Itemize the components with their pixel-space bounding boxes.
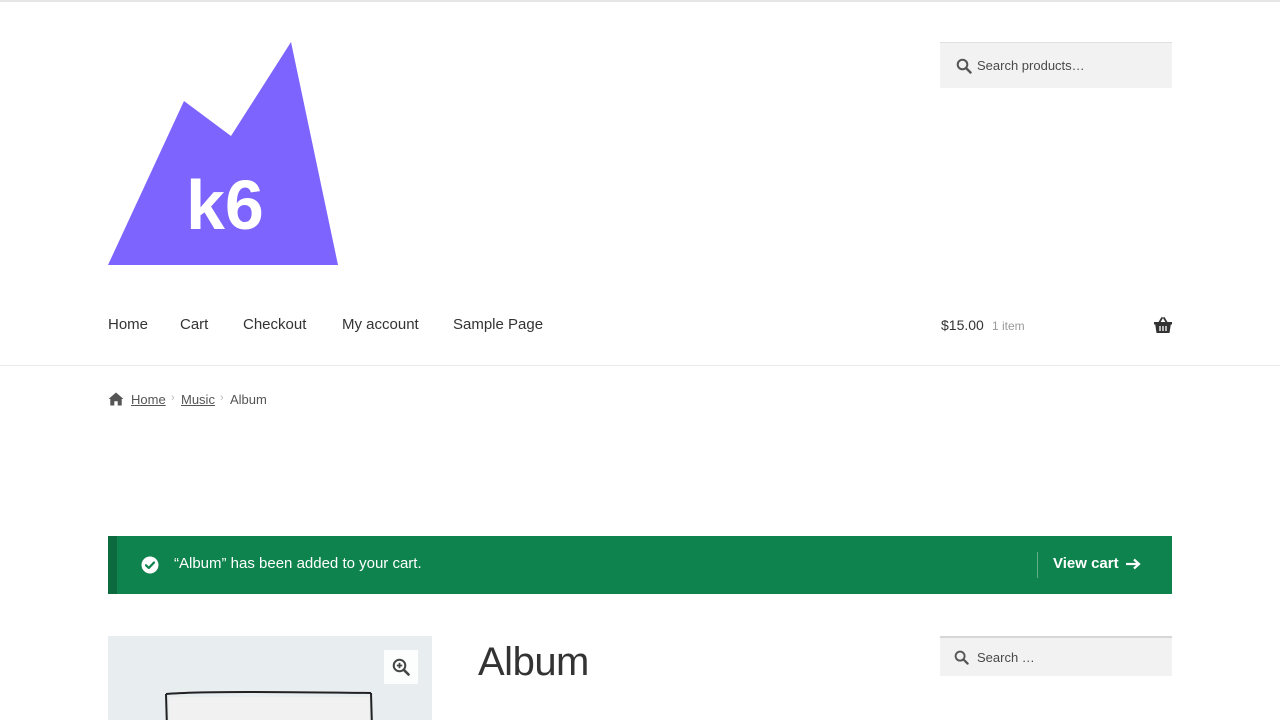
- basket-icon: [1154, 317, 1172, 333]
- sidebar-search: [940, 636, 1172, 676]
- search-icon: [956, 58, 972, 74]
- site-logo[interactable]: k6: [108, 42, 338, 265]
- product-title: Album: [478, 640, 589, 684]
- view-cart-button[interactable]: View cart: [1053, 555, 1119, 572]
- nav-item-cart[interactable]: Cart: [180, 316, 208, 333]
- arrow-right-icon: [1126, 558, 1141, 570]
- header-divider: [0, 365, 1280, 366]
- nav-item-home[interactable]: Home: [108, 316, 148, 333]
- breadcrumb-home[interactable]: Home: [131, 392, 166, 407]
- cart-notice: “Album” has been added to your cart. Vie…: [108, 536, 1172, 594]
- product-search-input[interactable]: [977, 43, 1167, 88]
- album-cover-image: [165, 691, 373, 720]
- zoom-button[interactable]: [384, 650, 418, 684]
- nav-item-sample-page[interactable]: Sample Page: [453, 316, 543, 333]
- top-border: [0, 0, 1280, 2]
- home-icon: [108, 392, 124, 406]
- logo-text: k6: [186, 166, 264, 244]
- cart-count: 1 item: [992, 319, 1025, 333]
- check-circle-icon: [141, 556, 159, 574]
- notice-message: “Album” has been added to your cart.: [174, 555, 422, 572]
- breadcrumb-music[interactable]: Music: [181, 392, 215, 407]
- zoom-in-icon: [392, 658, 410, 676]
- product-gallery[interactable]: [108, 636, 432, 720]
- breadcrumb-separator-icon: ›: [171, 392, 175, 404]
- notice-divider: [1037, 552, 1038, 578]
- breadcrumb-separator-icon: ›: [220, 392, 224, 404]
- search-icon: [954, 650, 969, 665]
- nav-item-my-account[interactable]: My account: [342, 316, 419, 333]
- cart-amount: $15.00: [941, 317, 984, 333]
- k6-logo-graphic: k6: [108, 42, 338, 265]
- nav-item-checkout[interactable]: Checkout: [243, 316, 306, 333]
- product-search: [940, 42, 1172, 88]
- sidebar-search-input[interactable]: [977, 638, 1167, 676]
- header-cart[interactable]: $15.00 1 item: [940, 316, 1172, 336]
- breadcrumb-current: Album: [230, 392, 267, 407]
